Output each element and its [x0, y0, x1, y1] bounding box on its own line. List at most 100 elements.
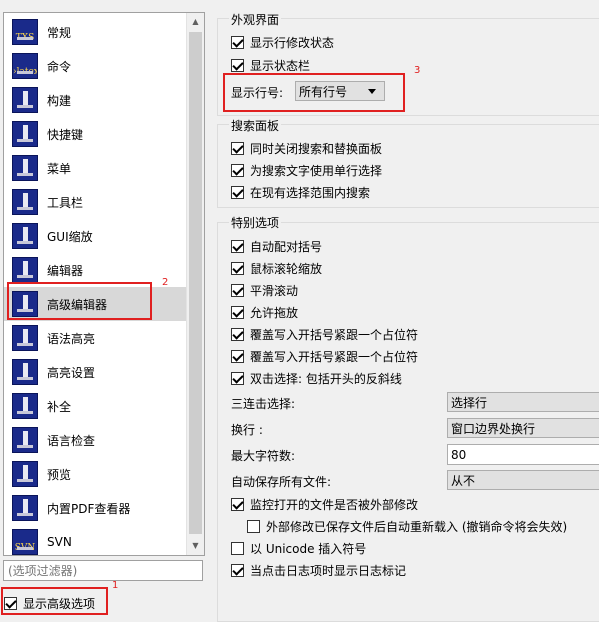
max-chars-field[interactable]: 80: [447, 444, 599, 465]
checkbox-icon[interactable]: [231, 239, 244, 253]
build-icon: [12, 87, 38, 113]
auto-brackets-label: 自动配对括号: [250, 239, 323, 254]
language-check-icon: [12, 427, 38, 453]
category-item[interactable]: ›latex 命令: [4, 49, 186, 83]
wheel-zoom-label: 鼠标滚轮缩放: [250, 261, 323, 276]
category-label: GUI缩放: [47, 229, 93, 244]
category-item[interactable]: 快捷键: [4, 117, 186, 151]
line-numbers-combo[interactable]: 所有行号: [295, 81, 385, 101]
category-label: 语言检查: [47, 433, 96, 448]
double-click-checkbox[interactable]: 双击选择: 包括开头的反斜线: [231, 369, 402, 387]
overwrite-placeholder-label-1: 覆盖写入开括号紧跟一个占位符: [250, 327, 419, 342]
show-advanced-label: 显示高级选项: [23, 596, 96, 611]
syntax-highlight-icon: [12, 325, 38, 351]
category-item[interactable]: 预览: [4, 457, 186, 491]
checkbox-icon[interactable]: [231, 371, 244, 385]
checkbox-icon[interactable]: [231, 327, 244, 341]
checkbox-icon[interactable]: [231, 185, 244, 199]
checkbox-icon[interactable]: [231, 141, 244, 155]
wrap-combo[interactable]: 窗口边界处换行: [447, 418, 599, 438]
completion-icon: [12, 393, 38, 419]
category-item[interactable]: 语法高亮: [4, 321, 186, 355]
appearance-title: 外观界面: [229, 11, 282, 28]
line-numbers-value: 所有行号: [299, 84, 348, 99]
category-list[interactable]: SVN SVN 内置PDF查看器 预览 语言检查 补全 高亮设置 语法高亮 高级编辑器 编辑器 GU…: [3, 12, 205, 556]
checkbox-icon[interactable]: [231, 58, 244, 72]
search-title: 搜索面板: [229, 117, 282, 134]
single-line-checkbox[interactable]: 为搜索文字使用单行选择: [231, 161, 382, 179]
editor-icon: [12, 257, 38, 283]
overwrite-placeholder-checkbox-2[interactable]: 覆盖写入开括号紧跟一个占位符: [231, 347, 418, 365]
log-on-click-label: 当点击日志项时显示日志标记: [250, 563, 407, 578]
checkbox-icon[interactable]: [231, 283, 244, 297]
category-label: 内置PDF查看器: [47, 501, 131, 516]
scroll-thumb[interactable]: [189, 32, 202, 534]
wheel-zoom-checkbox[interactable]: 鼠标滚轮缩放: [231, 259, 322, 277]
category-scrollbar[interactable]: ▲ ▼: [186, 13, 204, 555]
triple-click-combo[interactable]: 选择行: [447, 392, 599, 412]
preview-icon: [12, 461, 38, 487]
line-numbers-label: 显示行号:: [231, 86, 284, 100]
category-item[interactable]: 工具栏: [4, 185, 186, 219]
category-item[interactable]: 内置PDF查看器: [4, 491, 186, 525]
smooth-scroll-label: 平滑滚动: [250, 283, 299, 298]
category-item[interactable]: SVN SVN: [4, 525, 186, 555]
options-filter-input[interactable]: [3, 560, 203, 581]
show-status-bar-checkbox[interactable]: 显示状态栏: [231, 56, 310, 74]
scroll-up-icon[interactable]: ▲: [187, 13, 204, 30]
checkbox-icon[interactable]: [247, 519, 260, 533]
checkbox-icon[interactable]: [4, 596, 17, 610]
checkbox-icon[interactable]: [231, 563, 244, 577]
pdf-viewer-icon: [12, 495, 38, 521]
triple-click-value: 选择行: [451, 395, 488, 410]
category-label: 编辑器: [47, 263, 84, 278]
checkbox-icon[interactable]: [231, 305, 244, 319]
category-item[interactable]: GUI缩放: [4, 219, 186, 253]
category-item[interactable]: TXS 常规: [4, 15, 186, 49]
scroll-down-icon[interactable]: ▼: [187, 537, 204, 554]
checkbox-icon[interactable]: [231, 349, 244, 363]
category-item[interactable]: 高级编辑器: [4, 287, 186, 321]
category-label: 常规: [47, 25, 72, 40]
toolbar-icon: [12, 189, 38, 215]
special-title: 特别选项: [229, 214, 282, 231]
category-item[interactable]: 菜单: [4, 151, 186, 185]
unicode-insert-label: 以 Unicode 插入符号: [250, 541, 367, 556]
overwrite-placeholder-checkbox-1[interactable]: 覆盖写入开括号紧跟一个占位符: [231, 325, 418, 343]
show-status-bar-label: 显示状态栏: [250, 58, 311, 73]
auto-brackets-checkbox[interactable]: 自动配对括号: [231, 237, 322, 255]
double-click-label: 双击选择: 包括开头的反斜线: [250, 371, 402, 386]
checkbox-icon[interactable]: [231, 261, 244, 275]
shortcut-icon: [12, 121, 38, 147]
checkbox-icon[interactable]: [231, 163, 244, 177]
close-together-checkbox[interactable]: 同时关闭搜索和替换面板: [231, 139, 382, 157]
category-item[interactable]: 补全: [4, 389, 186, 423]
category-label: 工具栏: [47, 195, 84, 210]
log-on-click-checkbox[interactable]: 当点击日志项时显示日志标记: [231, 561, 406, 579]
single-line-label: 为搜索文字使用单行选择: [250, 163, 383, 178]
unicode-insert-checkbox[interactable]: 以 Unicode 插入符号: [231, 539, 366, 557]
show-advanced-checkbox[interactable]: 显示高级选项: [4, 594, 95, 612]
highlight-settings-icon: [12, 359, 38, 385]
drag-drop-checkbox[interactable]: 允许拖放: [231, 303, 298, 321]
auto-reload-checkbox[interactable]: 外部修改已保存文件后自动重新载入 (撤销命令将会失效): [247, 517, 567, 535]
wrap-label: 换行 :: [231, 423, 263, 437]
category-item[interactable]: 高亮设置: [4, 355, 186, 389]
checkbox-icon[interactable]: [231, 35, 244, 49]
smooth-scroll-checkbox[interactable]: 平滑滚动: [231, 281, 298, 299]
show-line-state-checkbox[interactable]: 显示行修改状态: [231, 33, 334, 51]
category-label: 菜单: [47, 161, 72, 176]
checkbox-icon[interactable]: [231, 541, 244, 555]
checkbox-icon[interactable]: [231, 497, 244, 511]
category-item[interactable]: 编辑器: [4, 253, 186, 287]
category-item[interactable]: 构建: [4, 83, 186, 117]
autosave-combo[interactable]: 从不: [447, 470, 599, 490]
category-item[interactable]: 语言检查: [4, 423, 186, 457]
advanced-editor-icon: [12, 291, 38, 317]
in-selection-checkbox[interactable]: 在现有选择范围内搜索: [231, 183, 370, 201]
close-together-label: 同时关闭搜索和替换面板: [250, 141, 383, 156]
auto-reload-label: 外部修改已保存文件后自动重新载入 (撤销命令将会失效): [266, 519, 568, 534]
gui-scale-icon: [12, 223, 38, 249]
monitor-external-checkbox[interactable]: 监控打开的文件是否被外部修改: [231, 495, 418, 513]
category-label: 语法高亮: [47, 331, 96, 346]
